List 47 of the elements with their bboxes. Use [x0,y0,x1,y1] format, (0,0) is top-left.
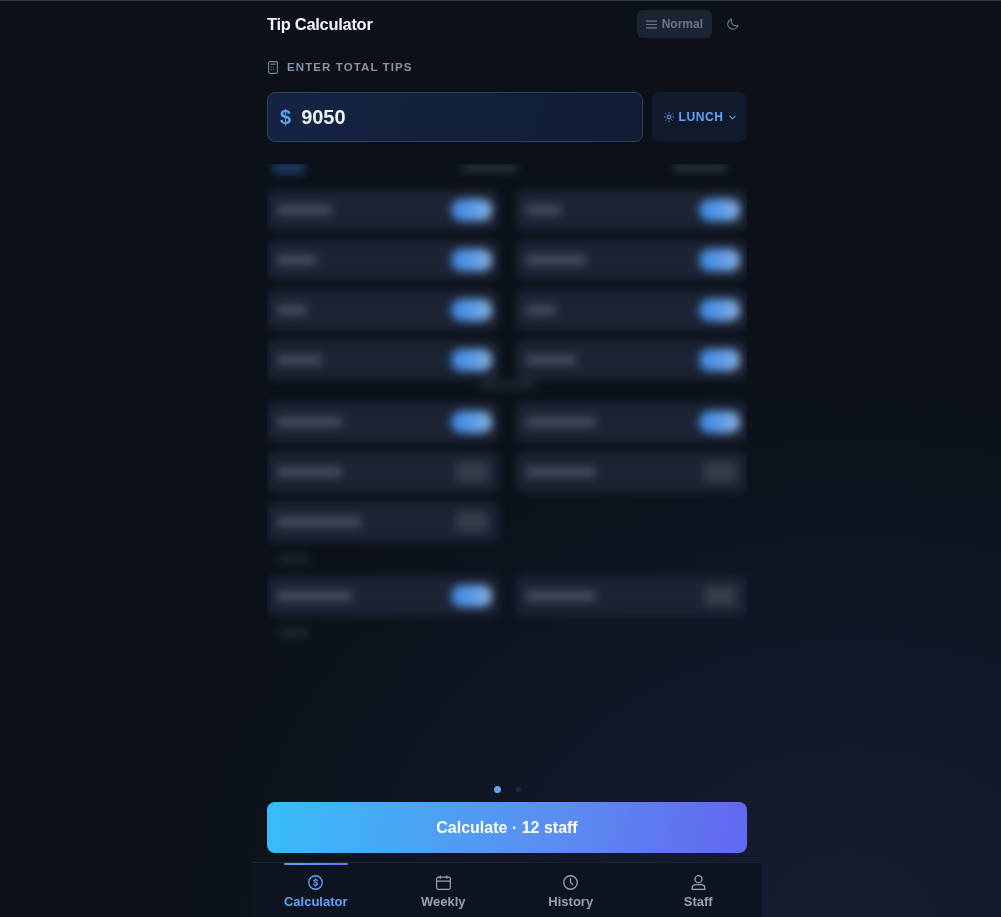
chevron-down-icon [728,114,736,120]
section-label: ENTER TOTAL TIPS [287,61,413,73]
sun-icon [663,112,674,122]
blurred-text [525,355,576,365]
toggle-switch[interactable] [455,462,488,482]
calculator-icon [268,60,278,74]
blurred-text [525,467,596,477]
clock-icon [563,875,579,890]
dollar-circle-icon [308,875,324,890]
toggle-switch[interactable] [450,585,492,607]
blurred-text [525,205,561,215]
toggle-switch[interactable] [450,249,492,271]
amount-field[interactable]: $ 9050 [267,92,643,142]
blurred-text [525,417,596,427]
blurred-text [525,305,556,315]
shift-dropdown[interactable]: LUNCH [652,92,747,142]
blurred-text [277,205,332,215]
blurred-text [277,255,317,265]
app-title: Tip Calculator [267,14,373,34]
toggle-switch[interactable] [450,199,492,221]
blurred-text [525,255,586,265]
nav-tab[interactable]: Weekly [379,863,507,917]
nav-tab[interactable]: Calculator [252,863,380,917]
toggle-switch[interactable] [704,462,736,482]
toggle-switch[interactable] [450,299,492,321]
nav-tab[interactable]: Staff [634,863,762,917]
page-dot[interactable] [493,786,501,793]
toggle-switch[interactable] [704,586,736,606]
toggle-switch[interactable] [699,349,740,371]
toggle-switch[interactable] [699,411,740,433]
blurred-text [277,417,342,427]
toggle-switch[interactable] [455,512,488,532]
person-icon [690,875,706,890]
toggle-switch[interactable] [450,411,492,433]
blurred-text [525,591,596,601]
blurred-text [277,467,342,477]
toggle-switch[interactable] [699,199,740,221]
tab-indicator [283,863,348,865]
blurred-text [277,355,322,365]
toggle-switch[interactable] [699,299,740,321]
nav-tab[interactable]: History [507,863,635,917]
menu-icon [645,19,657,29]
toggle-switch[interactable] [450,349,492,371]
moon-icon[interactable] [727,18,739,30]
calendar-icon [435,875,451,890]
toggle-switch[interactable] [699,249,740,271]
blurred-text [277,305,307,315]
